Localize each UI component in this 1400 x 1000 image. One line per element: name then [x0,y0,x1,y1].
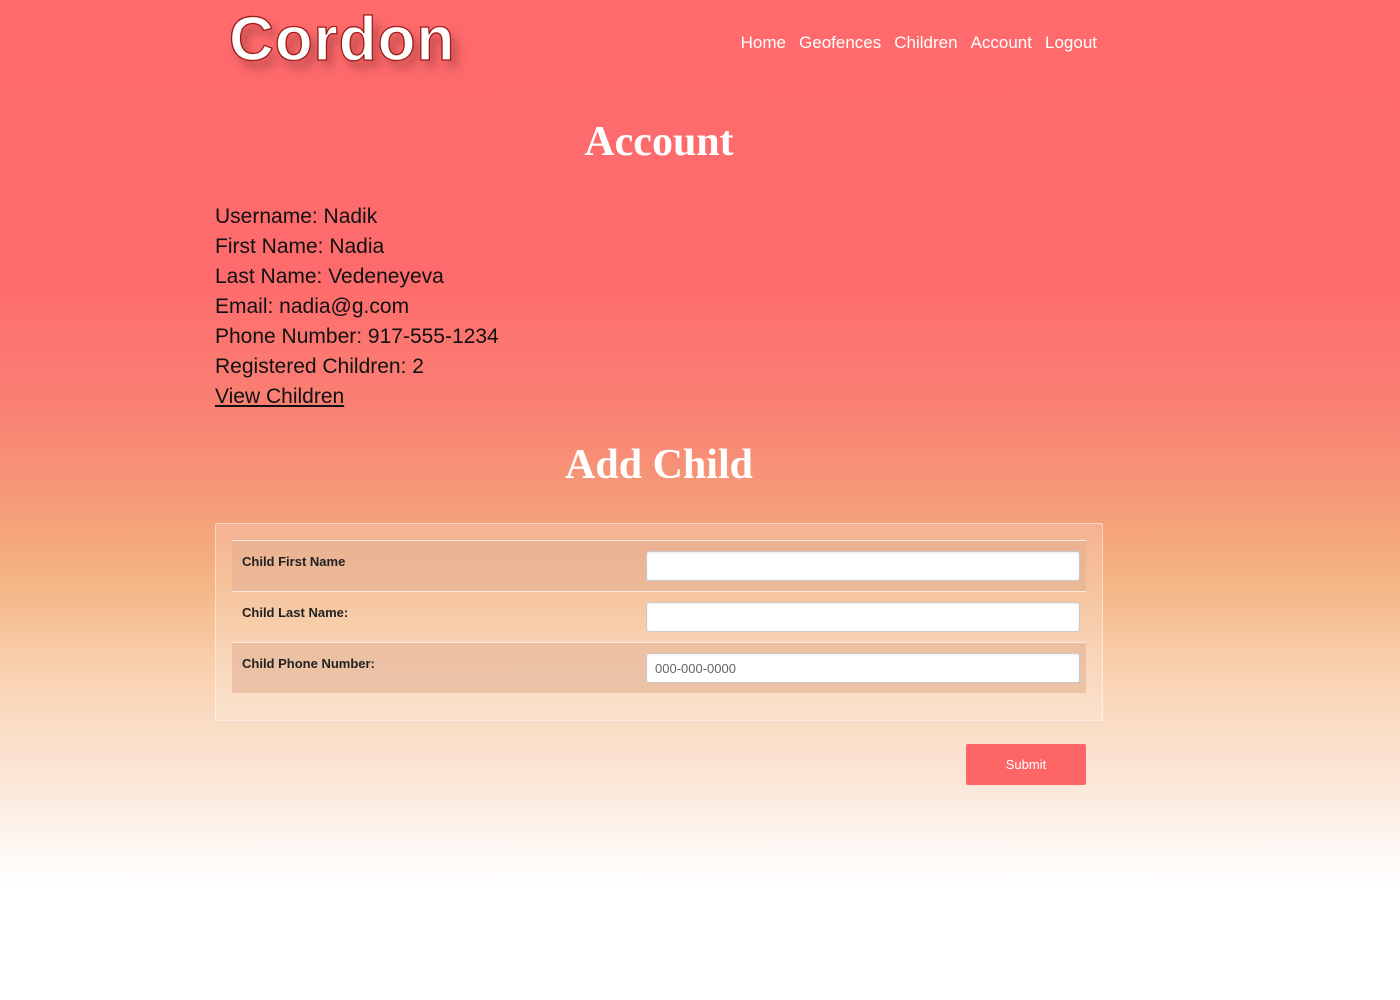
child-phone-number-label: Child Phone Number: [242,656,375,671]
app-logo: Cordon [228,4,456,74]
submit-button[interactable]: Submit [966,744,1086,785]
child-last-name-label: Child Last Name: [242,605,349,620]
nav-logout-link[interactable]: Logout [1045,31,1097,55]
main-nav: Home Geofences Children Account Logout [741,31,1097,55]
nav-account-link[interactable]: Account [971,31,1032,55]
view-children-row: View Children [215,382,499,412]
child-last-name-row: Child Last Name: [232,591,1086,642]
phone-number-text: Phone Number: 917-555-1234 [215,325,499,348]
account-info: Username: Nadik First Name: Nadia Last N… [215,202,499,412]
nav-geofences-link[interactable]: Geofences [799,31,881,55]
child-phone-number-row: Child Phone Number: [232,642,1086,693]
child-first-name-label: Child First Name [242,554,346,569]
registered-children-text: Registered Children: 2 [215,355,424,378]
child-first-name-input[interactable] [646,551,1080,581]
child-phone-number-input[interactable] [646,653,1080,683]
child-last-name-input[interactable] [646,602,1080,632]
add-child-heading: Add Child [565,442,753,488]
add-child-fields: Child First Name Child Last Name: Child … [232,540,1086,693]
view-children-link[interactable]: View Children [215,385,344,408]
nav-children-link[interactable]: Children [894,31,957,55]
first-name-text: First Name: Nadia [215,235,385,258]
add-child-form: Child First Name Child Last Name: Child … [215,523,1103,721]
account-heading: Account [584,119,734,165]
email-text: Email: nadia@g.com [215,295,410,318]
last-name-text: Last Name: Vedeneyeva [215,265,444,288]
nav-home-link[interactable]: Home [741,31,786,55]
username-text: Username: Nadik [215,205,378,228]
child-first-name-row: Child First Name [232,540,1086,591]
